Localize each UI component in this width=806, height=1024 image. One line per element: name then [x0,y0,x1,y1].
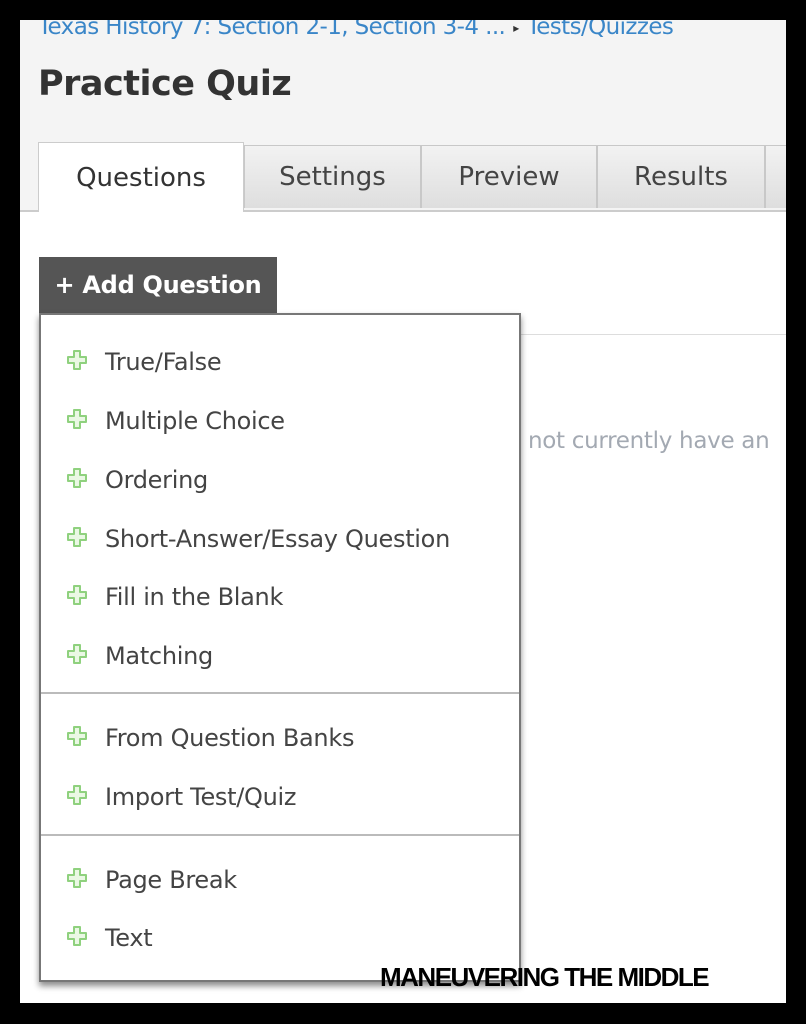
tab-questions[interactable]: Questions [38,142,244,212]
menu-item-label: Matching [105,642,213,670]
tab-bar: Questions Settings Preview Results [20,142,786,212]
plus-icon [67,585,87,605]
tab-results[interactable]: Results [597,145,765,208]
menu-item-label: Multiple Choice [105,407,285,435]
empty-questions-message: not currently have an [528,428,770,454]
menu-item-label: Short-Answer/Essay Question [105,525,450,553]
plus-icon [67,726,87,746]
page-header: Texas History 7: Section 2-1, Section 3-… [20,20,786,212]
menu-item-multiple-choice[interactable]: Multiple Choice [41,396,519,446]
tab-preview[interactable]: Preview [421,145,597,208]
menu-item-label: From Question Banks [105,724,355,752]
menu-item-fill-in-the-blank[interactable]: Fill in the Blank [41,572,519,622]
menu-item-true-false[interactable]: True/False [41,337,519,387]
plus-icon [67,785,87,805]
menu-item-label: Fill in the Blank [105,583,284,611]
menu-item-import-test-quiz[interactable]: Import Test/Quiz [41,772,519,822]
menu-item-label: Import Test/Quiz [105,783,297,811]
add-question-button[interactable]: + Add Question [39,257,277,313]
plus-icon [67,527,87,547]
breadcrumb-course-link[interactable]: Texas History 7: Section 2-1, Section 3-… [38,20,506,40]
menu-item-short-answer-essay-question[interactable]: Short-Answer/Essay Question [41,514,519,564]
menu-divider [41,834,519,836]
plus-icon [67,644,87,664]
breadcrumb-tests-link[interactable]: Tests/Quizzes [527,20,674,40]
menu-item-from-question-banks[interactable]: From Question Banks [41,713,519,763]
page-title: Practice Quiz [38,64,292,104]
menu-item-label: Text [105,924,153,952]
quiz-page: Texas History 7: Section 2-1, Section 3-… [20,20,786,1003]
tab-more[interactable] [765,145,786,208]
add-question-menu: True/False Multiple Choice Ordering Short-A… [39,313,521,982]
plus-icon [67,409,87,429]
menu-divider [41,692,519,694]
menu-item-label: Ordering [105,466,208,494]
tab-settings[interactable]: Settings [244,145,421,208]
plus-icon [67,868,87,888]
content-divider [521,334,786,335]
watermark: MANEUVERING THE MIDDLE [380,962,710,992]
menu-item-page-break[interactable]: Page Break [41,855,519,905]
menu-item-text[interactable]: Text [41,913,519,963]
breadcrumb: Texas History 7: Section 2-1, Section 3-… [38,20,674,40]
menu-item-label: True/False [105,348,222,376]
menu-item-ordering[interactable]: Ordering [41,455,519,505]
plus-icon [67,926,87,946]
plus-icon [67,468,87,488]
breadcrumb-separator-icon: ▸ [513,20,519,35]
plus-icon [67,350,87,370]
menu-item-label: Page Break [105,866,237,894]
menu-item-matching[interactable]: Matching [41,631,519,681]
